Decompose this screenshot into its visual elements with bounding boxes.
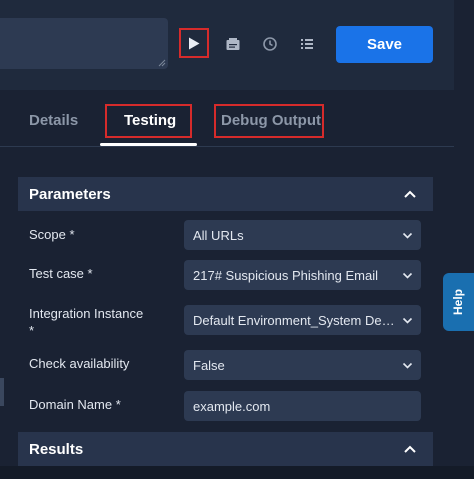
history-button[interactable] bbox=[261, 35, 279, 53]
document-button[interactable] bbox=[224, 35, 242, 53]
testing-tab-highlight bbox=[105, 104, 192, 138]
chevron-down-icon bbox=[402, 362, 413, 369]
run-test-button[interactable] bbox=[179, 28, 209, 58]
integration-instance-select[interactable]: Default Environment_System Defa... bbox=[184, 305, 421, 335]
scope-value: All URLs bbox=[193, 227, 244, 243]
scope-label: Scope * bbox=[29, 227, 75, 242]
list-button[interactable] bbox=[298, 35, 316, 53]
parameters-section-header[interactable]: Parameters bbox=[18, 177, 433, 211]
domain-name-value: example.com bbox=[193, 398, 271, 414]
results-section-header[interactable]: Results bbox=[18, 432, 433, 466]
play-icon bbox=[189, 37, 200, 49]
tabs-divider bbox=[0, 146, 454, 147]
domain-name-input[interactable]: example.com bbox=[184, 391, 421, 421]
chevron-down-icon bbox=[402, 272, 413, 279]
chevron-up-icon[interactable] bbox=[403, 187, 417, 201]
tab-details[interactable]: Details bbox=[29, 112, 78, 129]
domain-name-label: Domain Name * bbox=[29, 397, 121, 412]
list-icon bbox=[301, 39, 313, 49]
document-icon bbox=[226, 38, 240, 50]
test-case-label: Test case * bbox=[29, 266, 93, 281]
bottom-bar bbox=[0, 466, 474, 479]
parameters-title: Parameters bbox=[29, 185, 111, 203]
check-availability-value: False bbox=[193, 357, 225, 373]
resize-grip-icon[interactable] bbox=[158, 59, 166, 67]
save-button[interactable]: Save bbox=[336, 26, 433, 63]
test-case-value: 217# Suspicious Phishing Email bbox=[193, 267, 378, 283]
help-label: Help bbox=[451, 288, 466, 316]
chevron-up-icon[interactable] bbox=[403, 442, 417, 456]
check-availability-label: Check availability bbox=[29, 356, 130, 371]
integration-instance-value: Default Environment_System Defa... bbox=[193, 312, 398, 328]
script-editor[interactable] bbox=[0, 18, 168, 69]
debug-output-tab-highlight bbox=[214, 104, 324, 138]
toolbar: Save bbox=[0, 0, 454, 90]
chevron-down-icon bbox=[402, 232, 413, 239]
panel-resize-handle[interactable] bbox=[0, 378, 4, 406]
help-tab[interactable]: Help bbox=[443, 273, 474, 331]
check-availability-select[interactable]: False bbox=[184, 350, 421, 380]
test-case-select[interactable]: 217# Suspicious Phishing Email bbox=[184, 260, 421, 290]
scope-select[interactable]: All URLs bbox=[184, 220, 421, 250]
integration-instance-label: Integration Instance * bbox=[29, 306, 144, 338]
history-icon bbox=[263, 37, 277, 51]
chevron-down-icon bbox=[402, 317, 413, 324]
results-title: Results bbox=[29, 440, 84, 458]
